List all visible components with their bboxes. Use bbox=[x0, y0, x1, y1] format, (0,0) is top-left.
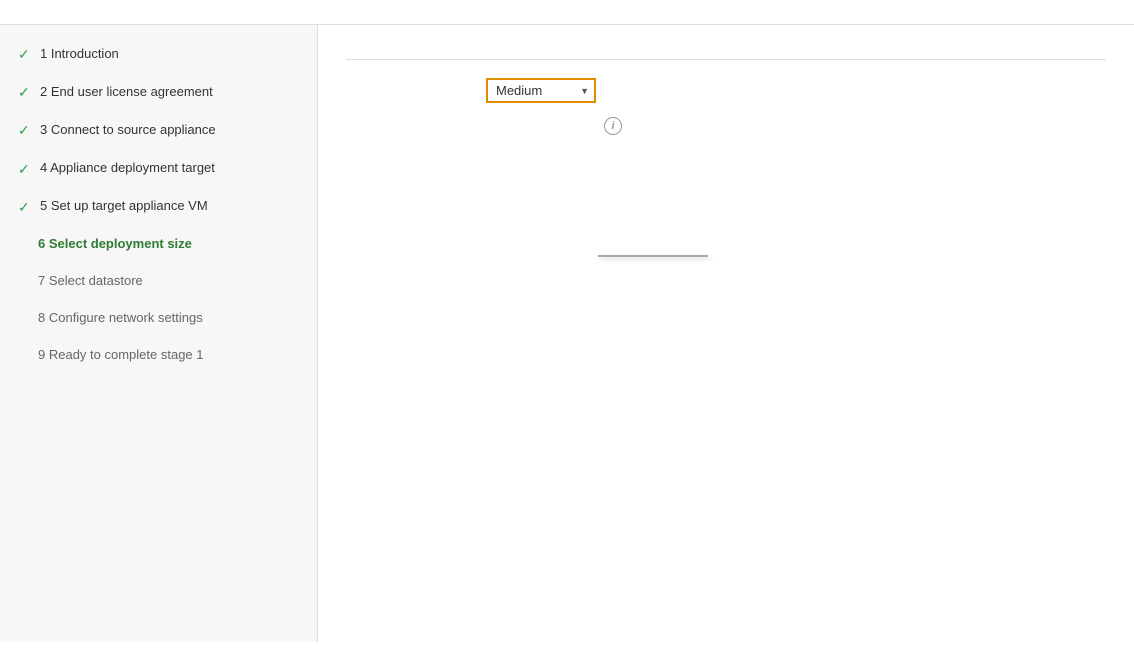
step-num-ready bbox=[18, 347, 32, 364]
sidebar-item-deploy[interactable]: 6 Select deployment size bbox=[0, 226, 317, 263]
deployment-dropdown-menu[interactable] bbox=[598, 255, 708, 257]
title-bar bbox=[0, 0, 1134, 25]
sidebar-label-setup: 5 Set up target appliance VM bbox=[40, 198, 208, 215]
content-area: MediumLargeX-Large i i bbox=[318, 25, 1134, 642]
sidebar-label-intro: 1 Introduction bbox=[40, 46, 119, 63]
storage-size-info-icon: i bbox=[604, 117, 622, 135]
sidebar-label-ready: 9 Ready to complete stage 1 bbox=[38, 347, 204, 364]
sidebar-item-setup[interactable]: ✓ 5 Set up target appliance VM bbox=[0, 188, 317, 226]
storage-size-controls: i bbox=[486, 117, 622, 135]
storage-size-row: i bbox=[346, 117, 1106, 135]
sidebar-item-intro[interactable]: ✓ 1 Introduction bbox=[0, 35, 317, 73]
sidebar-item-eula[interactable]: ✓ 2 End user license agreement bbox=[0, 73, 317, 111]
deployment-size-controls: MediumLargeX-Large i bbox=[486, 78, 524, 103]
check-icon: ✓ bbox=[18, 121, 32, 139]
sidebar-item-ready: 9 Ready to complete stage 1 bbox=[0, 337, 317, 374]
check-icon: ✓ bbox=[18, 45, 32, 63]
deployment-size-row: MediumLargeX-Large i bbox=[346, 78, 1106, 103]
check-icon: ✓ bbox=[18, 198, 32, 216]
sidebar-item-source[interactable]: ✓ 3 Connect to source appliance bbox=[0, 111, 317, 149]
sidebar-label-eula: 2 End user license agreement bbox=[40, 84, 213, 101]
divider bbox=[346, 59, 1106, 60]
storage-size-label bbox=[346, 117, 486, 121]
step-num-deploy bbox=[18, 236, 32, 253]
sidebar-label-target: 4 Appliance deployment target bbox=[40, 160, 215, 177]
sidebar-item-datastore: 7 Select datastore bbox=[0, 263, 317, 300]
deployment-size-label bbox=[346, 78, 486, 82]
sidebar: ✓ 1 Introduction ✓ 2 End user license agree… bbox=[0, 25, 318, 642]
deployment-size-select[interactable]: MediumLargeX-Large bbox=[486, 78, 596, 103]
sidebar-item-network: 8 Configure network settings bbox=[0, 300, 317, 337]
check-icon: ✓ bbox=[18, 160, 32, 178]
check-icon: ✓ bbox=[18, 83, 32, 101]
step-num-network bbox=[18, 310, 32, 327]
deployment-size-dropdown-wrapper[interactable]: MediumLargeX-Large bbox=[486, 78, 596, 103]
sidebar-item-target[interactable]: ✓ 4 Appliance deployment target bbox=[0, 150, 317, 188]
sidebar-label-network: 8 Configure network settings bbox=[38, 310, 203, 327]
sidebar-label-source: 3 Connect to source appliance bbox=[40, 122, 216, 139]
step-num-datastore bbox=[18, 273, 32, 290]
sidebar-label-datastore: 7 Select datastore bbox=[38, 273, 143, 290]
sidebar-label-deploy: 6 Select deployment size bbox=[38, 236, 192, 253]
